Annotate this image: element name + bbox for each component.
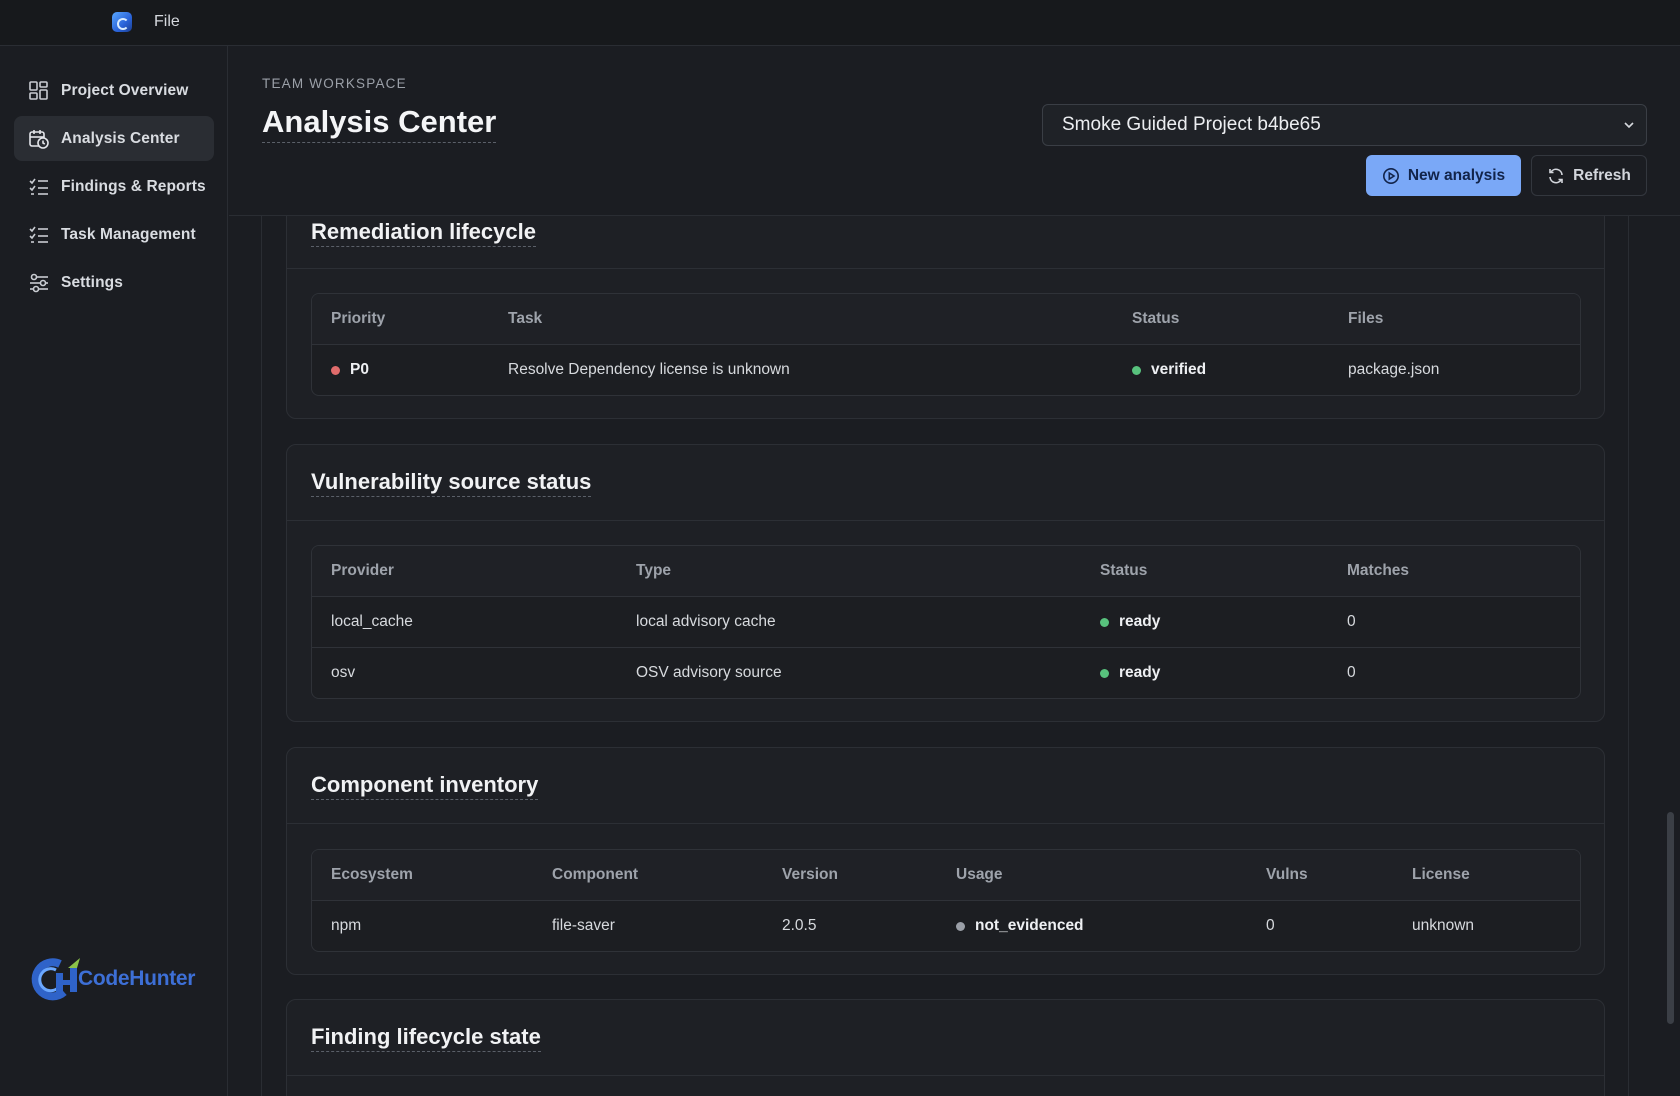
vulnerability-source-card: Vulnerability source status Provider Typ… (286, 444, 1605, 722)
sidebar-item-label: Task Management (61, 225, 196, 243)
card-header: Vulnerability source status (287, 445, 1604, 521)
provider-cell: osv (331, 664, 356, 681)
component-cell: file-saver (552, 917, 615, 934)
status-cell: ready (1100, 648, 1160, 698)
grid-icon (29, 80, 48, 100)
column-header: Vulns (1266, 866, 1308, 883)
status-badge: ready (1119, 613, 1161, 630)
sidebar-item-label: Analysis Center (61, 129, 180, 147)
usage-dot (956, 921, 965, 931)
app-icon (112, 12, 132, 32)
task-cell: Resolve Dependency license is unknown (508, 361, 790, 378)
codehunter-logo-icon (31, 958, 80, 1001)
remediation-table: Priority Task Status Files P0 Resolve De… (311, 293, 1581, 396)
logo-text: CodeHunter (78, 967, 196, 990)
table-row[interactable]: local_cache local advisory cache ready 0 (312, 596, 1580, 647)
column-header: Task (508, 310, 543, 327)
column-header: Version (782, 866, 838, 883)
column-header: Status (1132, 310, 1180, 327)
priority-badge: P0 (350, 361, 369, 378)
type-cell: local advisory cache (636, 613, 776, 630)
chevron-down-icon (1624, 122, 1634, 129)
matches-cell: 0 (1347, 613, 1356, 630)
sidebar-item-label: Settings (61, 273, 123, 291)
page-title: Analysis Center (262, 104, 497, 143)
files-cell: package.json (1348, 361, 1440, 378)
component-inventory-table: Ecosystem Component Version Usage Vulns … (311, 849, 1581, 952)
menu-file[interactable]: File (154, 13, 180, 31)
usage-cell: not_evidenced (956, 901, 1084, 951)
finding-lifecycle-card: Finding lifecycle state (286, 999, 1605, 1096)
vulns-cell: 0 (1266, 917, 1275, 934)
sidebar: Project Overview Analysis Center Finding… (0, 46, 228, 1096)
sidebar-item-project-overview[interactable]: Project Overview (14, 68, 214, 113)
column-header: Type (636, 562, 672, 579)
new-analysis-label: New analysis (1407, 166, 1506, 184)
calendar-clock-icon (29, 129, 49, 149)
status-dot (1100, 617, 1109, 627)
card-header: Component inventory (287, 748, 1604, 824)
usage-badge: not_evidenced (975, 917, 1084, 934)
table-row[interactable]: P0 Resolve Dependency license is unknown… (312, 344, 1580, 395)
column-header: Ecosystem (331, 866, 413, 883)
table-row[interactable]: npm file-saver 2.0.5 not_evidenced 0 unk… (312, 900, 1580, 951)
priority-cell: P0 (331, 345, 369, 395)
sidebar-item-task-management[interactable]: Task Management (14, 212, 214, 257)
license-cell: unknown (1412, 917, 1475, 934)
play-circle-icon (1382, 167, 1399, 184)
column-header: Component (552, 866, 639, 883)
column-header: Provider (331, 562, 394, 579)
status-badge: ready (1119, 664, 1161, 681)
sidebar-item-label: Project Overview (61, 81, 189, 99)
status-dot (1100, 668, 1109, 678)
page-header: TEAM WORKSPACE Analysis Center Smoke Gui… (229, 46, 1680, 216)
title-bar: File (0, 0, 1680, 46)
status-cell: verified (1132, 345, 1206, 395)
refresh-icon (1549, 168, 1563, 183)
column-header: Files (1348, 310, 1384, 327)
checklist-icon (29, 226, 48, 243)
checklist-icon (29, 178, 48, 195)
table-row[interactable]: osv OSV advisory source ready 0 (312, 647, 1580, 698)
refresh-button[interactable]: Refresh (1531, 155, 1647, 196)
component-inventory-title: Component inventory (311, 772, 539, 800)
provider-cell: local_cache (331, 613, 413, 630)
type-cell: OSV advisory source (636, 664, 782, 681)
new-analysis-button[interactable]: New analysis (1366, 155, 1521, 196)
status-badge: verified (1151, 361, 1207, 378)
column-header: Usage (956, 866, 1003, 883)
column-header: Status (1100, 562, 1148, 579)
sliders-icon (30, 273, 48, 292)
vulnerability-source-title: Vulnerability source status (311, 469, 592, 497)
remediation-lifecycle-title: Remediation lifecycle (311, 219, 536, 247)
finding-lifecycle-title: Finding lifecycle state (311, 1024, 541, 1052)
column-header: License (1412, 866, 1470, 883)
sidebar-item-analysis-center[interactable]: Analysis Center (14, 116, 214, 161)
project-select[interactable]: Smoke Guided Project b4be65 (1042, 104, 1647, 146)
status-dot (1132, 365, 1141, 375)
sidebar-item-label: Findings & Reports (61, 177, 206, 195)
column-header: Matches (1347, 562, 1410, 579)
status-cell: ready (1100, 597, 1160, 647)
version-cell: 2.0.5 (782, 917, 817, 934)
table-header-row: Priority Task Status Files (312, 294, 1580, 344)
column-header: Priority (331, 310, 386, 327)
table-header-row: Provider Type Status Matches (312, 546, 1580, 596)
codehunter-logo: CodeHunter (30, 956, 200, 1002)
vertical-scrollbar[interactable] (1667, 812, 1674, 1024)
sidebar-item-settings[interactable]: Settings (14, 260, 214, 305)
card-header: Finding lifecycle state (287, 1000, 1604, 1076)
ecosystem-cell: npm (331, 917, 362, 934)
matches-cell: 0 (1347, 664, 1356, 681)
sidebar-item-findings-reports[interactable]: Findings & Reports (14, 164, 214, 209)
component-inventory-card: Component inventory Ecosystem Component … (286, 747, 1605, 975)
workspace-eyebrow: TEAM WORKSPACE (262, 76, 407, 91)
priority-dot (331, 365, 340, 375)
refresh-label: Refresh (1573, 166, 1631, 184)
project-select-value: Smoke Guided Project b4be65 (1062, 114, 1321, 135)
vulnerability-source-table: Provider Type Status Matches local_cache… (311, 545, 1581, 699)
table-header-row: Ecosystem Component Version Usage Vulns … (312, 850, 1580, 900)
